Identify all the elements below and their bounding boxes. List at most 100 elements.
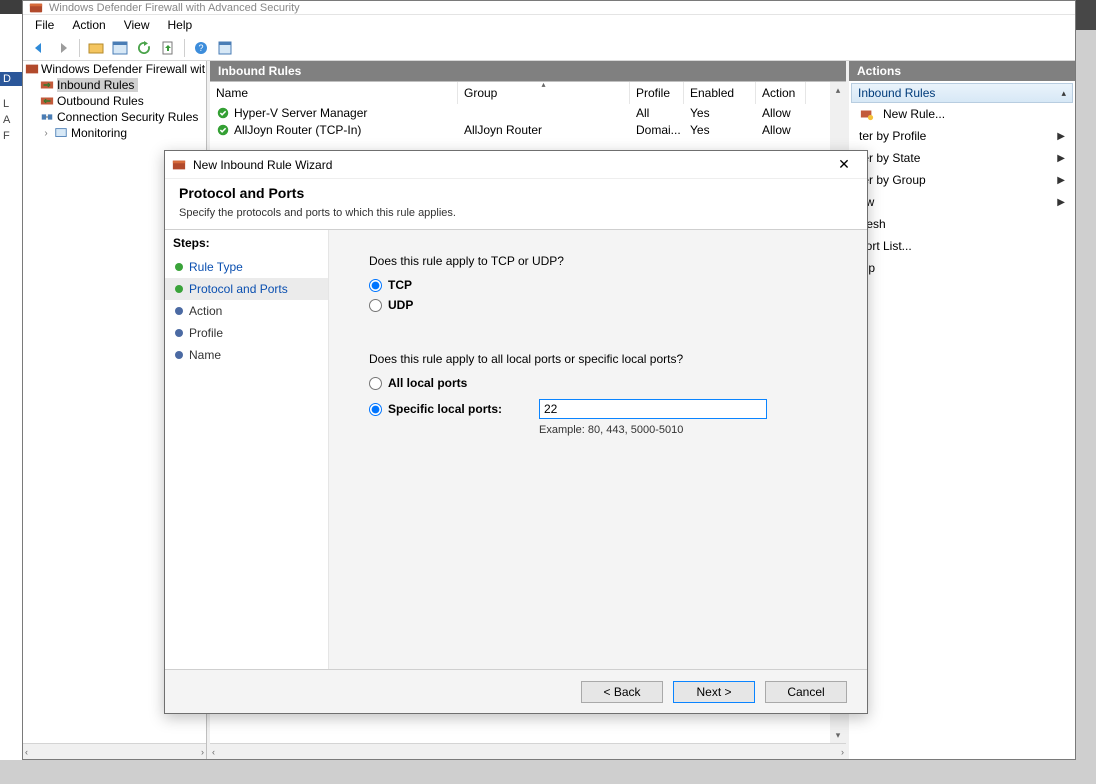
radio-all-ports[interactable]: All local ports [369,376,839,390]
actions-panel: Actions Inbound Rules ▴ New Rule... ter … [849,61,1075,759]
specific-ports-input[interactable] [539,399,767,419]
window-title: Windows Defender Firewall with Advanced … [49,2,300,14]
radio-specific-ports[interactable]: Specific local ports: [369,402,529,416]
action-filter-profile[interactable]: ter by Profile ▶ [849,125,1075,147]
step-rule-type[interactable]: Rule Type [165,256,328,278]
row0-action: Allow [756,106,806,120]
action-filter-profile-label: ter by Profile [859,129,926,143]
actions-header: Actions [849,61,1075,81]
wizard-head-title: Protocol and Ports [179,185,853,201]
wizard-cancel-button[interactable]: Cancel [765,681,847,703]
col-name[interactable]: Name [210,82,458,104]
center-hscroll[interactable]: ‹› [210,743,846,759]
action-filter-group[interactable]: ter by Group ▶ [849,169,1075,191]
expander-icon[interactable]: › [39,128,53,139]
scroll-down-icon[interactable]: ▾ [830,727,846,743]
row0-profile: All [630,106,684,120]
action-export[interactable]: port List... [849,235,1075,257]
wizard-next-button[interactable]: Next > [673,681,755,703]
menu-action[interactable]: Action [64,16,113,34]
row1-action: Allow [756,123,806,137]
menu-help[interactable]: Help [160,16,201,34]
row1-profile: Domai... [630,123,684,137]
step-action-label: Action [189,304,222,318]
table-row[interactable]: Hyper-V Server Manager All Yes Allow [210,104,846,121]
parent-left-strip: D L A F [0,14,22,760]
outbound-rules-icon [39,94,55,108]
radio-tcp[interactable]: TCP [369,278,839,292]
toolbar-export-icon[interactable] [158,38,178,58]
row1-group: AllJoyn Router [458,123,630,137]
radio-all-ports-input[interactable] [369,377,382,390]
action-view[interactable]: ew ▶ [849,191,1075,213]
action-refresh[interactable]: fresh [849,213,1075,235]
toolbar-forward-button[interactable] [53,38,73,58]
menu-file[interactable]: File [27,16,62,34]
col-profile[interactable]: Profile [630,82,684,104]
chevron-right-icon: ▶ [1057,175,1065,186]
tree-connsec[interactable]: Connection Security Rules [23,109,206,125]
grid-header-row: Name Group ▴ Profile Enabled Action [210,82,846,104]
tree-monitoring[interactable]: › Monitoring [23,125,206,141]
row1-enabled: Yes [684,123,756,137]
table-row[interactable]: AllJoyn Router (TCP-In) AllJoyn Router D… [210,121,846,138]
action-filter-state-label: ter by State [859,151,920,165]
toolbar-props-icon[interactable] [215,38,235,58]
radio-all-ports-label: All local ports [388,376,467,390]
radio-udp-label: UDP [388,298,413,312]
question-proto: Does this rule apply to TCP or UDP? [369,254,839,268]
menu-view[interactable]: View [116,16,158,34]
row0-name: Hyper-V Server Manager [234,106,367,120]
toolbar-help-icon[interactable]: ? [191,38,211,58]
step-protocol-ports[interactable]: Protocol and Ports [165,278,328,300]
actions-sub-label: Inbound Rules [858,86,935,100]
svg-text:?: ? [198,43,203,53]
step-dot-icon [175,351,183,359]
radio-udp-input[interactable] [369,299,382,312]
step-profile[interactable]: Profile [165,322,328,344]
step-profile-label: Profile [189,326,223,340]
toolbar-back-button[interactable] [29,38,49,58]
tree-root[interactable]: Windows Defender Firewall wit [23,61,206,77]
step-protocol-ports-label: Protocol and Ports [189,282,288,296]
inbound-rules-icon [39,78,55,92]
actions-subheader[interactable]: Inbound Rules ▴ [851,83,1073,103]
action-help[interactable]: elp [849,257,1075,279]
col-enabled[interactable]: Enabled [684,82,756,104]
action-new-rule[interactable]: New Rule... [849,103,1075,125]
new-inbound-rule-wizard: New Inbound Rule Wizard ✕ Protocol and P… [164,150,868,714]
scroll-up-icon[interactable]: ▴ [830,82,846,98]
wizard-back-button[interactable]: < Back [581,681,663,703]
col-action[interactable]: Action [756,82,806,104]
tree-hscroll[interactable]: ‹› [23,743,206,759]
col-group[interactable]: Group ▴ [458,82,630,104]
radio-tcp-input[interactable] [369,279,382,292]
radio-tcp-label: TCP [388,278,412,292]
chevron-right-icon: ▶ [1057,197,1065,208]
radio-specific-ports-input[interactable] [369,403,382,416]
wizard-close-button[interactable]: ✕ [827,154,861,176]
window-titlebar[interactable]: Windows Defender Firewall with Advanced … [23,1,1075,15]
wizard-steps: Steps: Rule Type Protocol and Ports Acti… [165,230,329,669]
step-name-label: Name [189,348,221,362]
radio-udp[interactable]: UDP [369,298,839,312]
firewall-root-icon [25,62,39,76]
wizard-head-desc: Specify the protocols and ports to which… [179,207,853,219]
toolbar-blue-window-icon[interactable] [110,38,130,58]
tree-inbound-label: Inbound Rules [57,78,138,92]
toolbar-folder-icon[interactable] [86,38,106,58]
tree-outbound-rules[interactable]: Outbound Rules [23,93,206,109]
tree-inbound-rules[interactable]: Inbound Rules [23,77,206,93]
close-icon: ✕ [838,156,850,173]
wizard-titlebar[interactable]: New Inbound Rule Wizard ✕ [165,151,867,179]
collapse-caret-icon: ▴ [1061,88,1066,99]
toolbar-separator [79,39,80,57]
row1-name: AllJoyn Router (TCP-In) [234,123,361,137]
step-name[interactable]: Name [165,344,328,366]
step-action[interactable]: Action [165,300,328,322]
toolbar-refresh-icon[interactable] [134,38,154,58]
toolbar: ? [23,35,1075,61]
action-filter-state[interactable]: ter by State ▶ [849,147,1075,169]
connsec-icon [39,110,55,124]
row0-enabled: Yes [684,106,756,120]
